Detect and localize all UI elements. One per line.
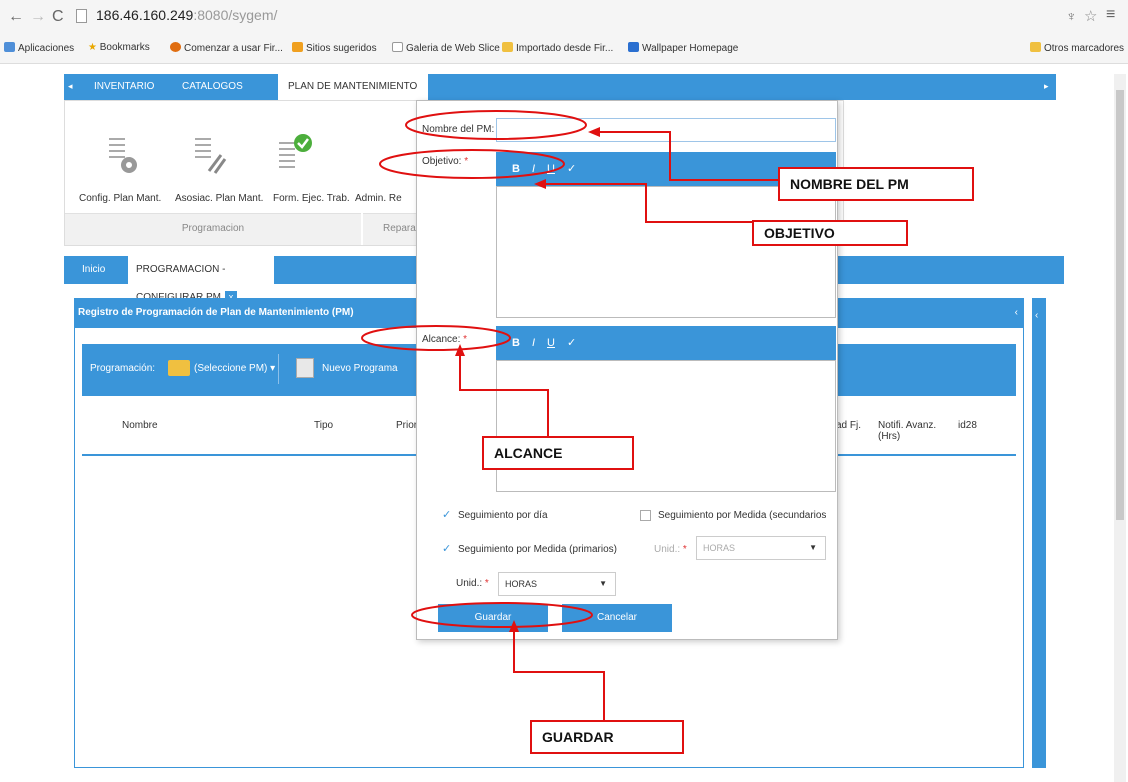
nombre-arrow-icon (588, 127, 600, 137)
guardar-ellipse (411, 602, 593, 628)
alcance-ellipse (361, 325, 511, 351)
objetivo-ellipse (379, 149, 565, 179)
objetivo-arrow-icon (534, 179, 546, 189)
annotation-alcance: ALCANCE (482, 436, 634, 470)
annotation-objetivo: OBJETIVO (752, 220, 908, 246)
nombre-connector (596, 131, 778, 181)
nombre-ellipse (405, 110, 587, 140)
alcance-connector (459, 350, 549, 436)
annotation-overlay (361, 110, 778, 722)
annotation-nombre-pm: NOMBRE DEL PM (778, 167, 974, 201)
objetivo-connector (540, 183, 752, 223)
annotation-guardar: GUARDAR (530, 720, 684, 754)
guardar-connector (513, 628, 605, 722)
